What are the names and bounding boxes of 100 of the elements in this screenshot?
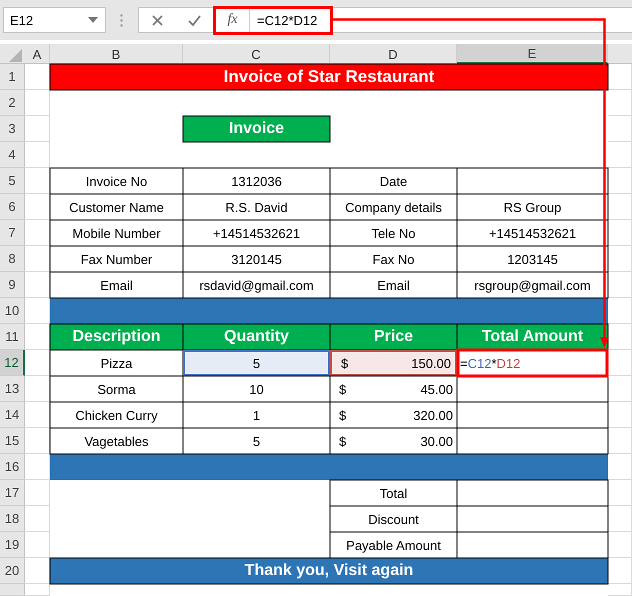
- empty-cell: [608, 376, 632, 402]
- table-cell: R.S. David: [183, 194, 330, 220]
- table-cell: RS Group: [457, 194, 608, 220]
- table-cell: 5: [183, 350, 330, 376]
- row-header[interactable]: 14: [0, 402, 25, 428]
- table-cell: Chicken Curry: [50, 402, 183, 428]
- summary-label: Total: [330, 480, 457, 506]
- table-cell: 5: [183, 428, 330, 454]
- row-header[interactable]: 10: [0, 298, 25, 324]
- invoice-heading: Invoice: [183, 116, 330, 142]
- empty-cell: [608, 116, 632, 142]
- table-cell: Mobile Number: [50, 220, 183, 246]
- row-header[interactable]: 4: [0, 142, 25, 168]
- row-header[interactable]: 11: [0, 324, 25, 350]
- table-cell: 1312036: [183, 168, 330, 194]
- summary-label: Payable Amount: [330, 532, 457, 558]
- column-heading: Quantity: [183, 324, 330, 350]
- empty-cell: [25, 428, 50, 454]
- empty-cell: [25, 194, 50, 220]
- empty-cell: [608, 402, 632, 428]
- table-cell: 1: [183, 402, 330, 428]
- row-header[interactable]: 9: [0, 272, 25, 298]
- empty-cell: [25, 246, 50, 272]
- empty-cell: [608, 558, 632, 584]
- empty-cell: [25, 220, 50, 246]
- empty-cell: [25, 506, 50, 532]
- empty-cell: [25, 90, 50, 116]
- empty-cell: [25, 376, 50, 402]
- table-cell: Company details: [330, 194, 457, 220]
- empty-cell: [608, 90, 632, 116]
- grip-icon: [120, 14, 123, 26]
- table-cell: Email: [50, 272, 183, 298]
- table-cell: $ 45.00: [330, 376, 457, 402]
- row-header[interactable]: 17: [0, 480, 25, 506]
- empty-cell: [25, 480, 50, 506]
- table-cell: 3120145: [183, 246, 330, 272]
- row-header[interactable]: 2: [0, 90, 25, 116]
- table-cell: Date: [330, 168, 457, 194]
- row-header[interactable]: 12: [0, 350, 25, 376]
- empty-cell: [608, 194, 632, 220]
- formula-cell[interactable]: =C12*D12: [457, 350, 608, 376]
- formula-field[interactable]: =C12*D12: [250, 12, 318, 28]
- table-cell: Invoice No: [50, 168, 183, 194]
- column-heading: Total Amount: [457, 324, 608, 350]
- row-header[interactable]: 20: [0, 558, 25, 584]
- empty-cell: [25, 532, 50, 558]
- empty-cell: [608, 142, 632, 168]
- empty-cell: [608, 532, 632, 558]
- row-header[interactable]: 6: [0, 194, 25, 220]
- checkmark-icon: [188, 14, 201, 26]
- empty-cell: [25, 116, 50, 142]
- table-cell: Tele No: [330, 220, 457, 246]
- row-header[interactable]: 8: [0, 246, 25, 272]
- insert-function-button[interactable]: fx: [216, 8, 250, 32]
- name-box[interactable]: E12: [3, 7, 106, 33]
- table-cell: $ 150.00: [330, 350, 457, 376]
- table-cell: Fax Number: [50, 246, 183, 272]
- column-header[interactable]: E: [457, 44, 608, 64]
- empty-cell: [25, 168, 50, 194]
- row-header[interactable]: 7: [0, 220, 25, 246]
- empty-cell: [25, 402, 50, 428]
- row-header[interactable]: 1: [0, 64, 25, 90]
- table-cell: Pizza: [50, 350, 183, 376]
- empty-cell: [608, 272, 632, 298]
- column-heading: Description: [50, 324, 183, 350]
- table-cell: Vagetables: [50, 428, 183, 454]
- empty-cell: [608, 350, 632, 376]
- row-header[interactable]: 5: [0, 168, 25, 194]
- table-cell: +14514532621: [183, 220, 330, 246]
- empty-cell: [608, 220, 632, 246]
- table-cell: rsdavid@gmail.com: [183, 272, 330, 298]
- empty-cell: [608, 324, 632, 350]
- empty-cell: [608, 454, 632, 480]
- table-cell: Sorma: [50, 376, 183, 402]
- empty-cell: [608, 506, 632, 532]
- empty-cell: [608, 246, 632, 272]
- empty-cell: [608, 428, 632, 454]
- empty-cell: [608, 298, 632, 324]
- table-cell: rsgroup@gmail.com: [457, 272, 608, 298]
- empty-cell: [25, 350, 50, 376]
- row-header[interactable]: 18: [0, 506, 25, 532]
- empty-cell: [608, 168, 632, 194]
- table-cell: Fax No: [330, 246, 457, 272]
- table-cell: $ 320.00: [330, 402, 457, 428]
- summary-label: Discount: [330, 506, 457, 532]
- empty-cell: [25, 272, 50, 298]
- table-cell: $ 30.00: [330, 428, 457, 454]
- row-header[interactable]: 3: [0, 116, 25, 142]
- table-cell: 10: [183, 376, 330, 402]
- row-header[interactable]: 19: [0, 532, 25, 558]
- table-cell: +14514532621: [457, 220, 608, 246]
- sheet-title: Invoice of Star Restaurant: [50, 64, 608, 90]
- dropdown-icon: [88, 17, 98, 23]
- row-header[interactable]: 15: [0, 428, 25, 454]
- empty-cell: [608, 584, 632, 596]
- column-heading: Price: [330, 324, 457, 350]
- row-header[interactable]: 16: [0, 454, 25, 480]
- footer-banner: Thank you, Visit again: [50, 558, 608, 584]
- row-header[interactable]: 13: [0, 376, 25, 402]
- empty-cell: [25, 142, 50, 168]
